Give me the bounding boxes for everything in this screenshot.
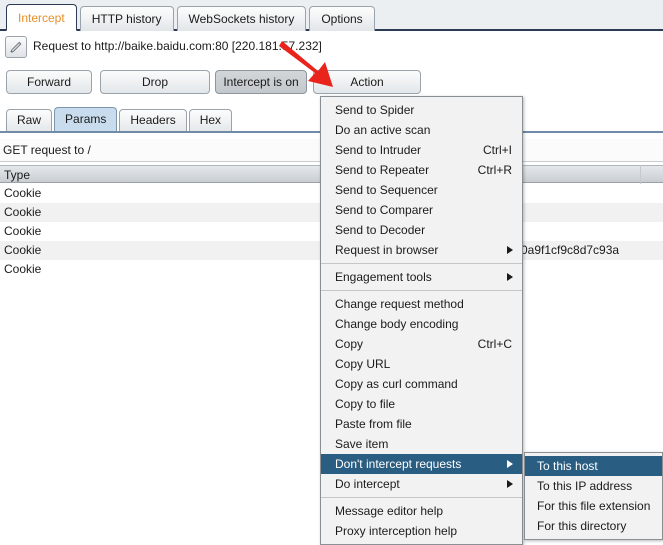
menu-item-send-to-decoder[interactable]: Send to Decoder	[321, 220, 522, 240]
cell-value-fragment: 0a9f1cf9c8d7c93a	[521, 243, 620, 257]
cell-type: Cookie	[4, 262, 42, 276]
chevron-right-icon	[507, 246, 513, 254]
menu-item-shortcut: Ctrl+I	[482, 143, 512, 157]
menu-separator	[321, 290, 522, 291]
cell-type: Cookie	[4, 186, 42, 200]
menu-separator	[321, 263, 522, 264]
menu-item-label: Request in browser	[335, 243, 439, 257]
request-target-label: Request to http://baike.baidu.com:80 [22…	[33, 39, 322, 53]
submenu-item-to-this-host[interactable]: To this host	[525, 456, 662, 476]
menu-item-shortcut: Ctrl+R	[477, 163, 512, 177]
tab-hex[interactable]: Hex	[188, 109, 233, 131]
chevron-right-icon	[507, 480, 513, 488]
menu-item-copy-to-file[interactable]: Copy to file	[321, 394, 522, 414]
chevron-right-icon	[507, 460, 513, 468]
submenu-item-label: For this directory	[537, 519, 627, 533]
menu-item-copy-as-curl-command[interactable]: Copy as curl command	[321, 374, 522, 394]
menu-item-proxy-interception-help[interactable]: Proxy interception help	[321, 521, 522, 541]
dont-intercept-requests-submenu: To this host To this IP address For this…	[524, 452, 663, 540]
submenu-item-label: To this host	[537, 459, 598, 473]
menu-item-label: Copy	[335, 337, 364, 351]
menu-item-label: Send to Sequencer	[335, 183, 438, 197]
menu-item-message-editor-help[interactable]: Message editor help	[321, 501, 522, 521]
context-menu: Send to Spider Do an active scan Send to…	[320, 96, 523, 545]
forward-button[interactable]: Forward	[6, 70, 92, 94]
tab-http-history[interactable]: HTTP history	[79, 6, 174, 31]
menu-item-dont-intercept-requests[interactable]: Don't intercept requests	[321, 454, 522, 474]
request-summary-label: GET request to /	[3, 143, 91, 157]
main-tab-strip: Intercept HTTP history WebSockets histor…	[0, 0, 663, 31]
menu-item-label: Send to Intruder	[335, 143, 422, 157]
menu-item-label: Copy as curl command	[335, 377, 458, 391]
menu-item-send-to-comparer[interactable]: Send to Comparer	[321, 200, 522, 220]
submenu-item-label: To this IP address	[537, 479, 633, 493]
drop-button[interactable]: Drop	[100, 70, 210, 94]
menu-item-label: Don't intercept requests	[335, 457, 462, 471]
tab-intercept[interactable]: Intercept	[6, 4, 77, 31]
menu-item-label: Do intercept	[335, 477, 400, 491]
cell-type: Cookie	[4, 243, 42, 257]
menu-item-label: Save item	[335, 437, 389, 451]
submenu-item-to-this-ip-address[interactable]: To this IP address	[525, 476, 662, 496]
menu-item-send-to-repeater[interactable]: Send to Repeater Ctrl+R	[321, 160, 522, 180]
menu-item-change-request-method[interactable]: Change request method	[321, 294, 522, 314]
menu-item-label: Message editor help	[335, 504, 444, 518]
menu-item-shortcut: Ctrl+C	[477, 337, 512, 351]
menu-item-change-body-encoding[interactable]: Change body encoding	[321, 314, 522, 334]
action-button[interactable]: Action	[313, 70, 421, 94]
menu-item-label: Change body encoding	[335, 317, 459, 331]
menu-separator	[321, 497, 522, 498]
tab-headers[interactable]: Headers	[119, 109, 187, 131]
intercept-button-row: Forward Drop Intercept is on Action	[0, 70, 663, 98]
submenu-item-label: For this file extension	[537, 499, 651, 513]
menu-item-paste-from-file[interactable]: Paste from file	[321, 414, 522, 434]
pencil-icon[interactable]	[5, 36, 27, 58]
tab-options[interactable]: Options	[309, 6, 375, 31]
menu-item-send-to-intruder[interactable]: Send to Intruder Ctrl+I	[321, 140, 522, 160]
submenu-item-for-this-file-extension[interactable]: For this file extension	[525, 496, 662, 516]
menu-item-label: Change request method	[335, 297, 464, 311]
menu-item-label: Send to Comparer	[335, 203, 434, 217]
cell-type: Cookie	[4, 224, 42, 238]
menu-item-label: Copy to file	[335, 397, 396, 411]
menu-item-request-in-browser[interactable]: Request in browser	[321, 240, 522, 260]
cell-type: Cookie	[4, 205, 42, 219]
request-header-bar: Request to http://baike.baidu.com:80 [22…	[0, 33, 663, 61]
menu-item-do-an-active-scan[interactable]: Do an active scan	[321, 120, 522, 140]
intercept-toggle-button[interactable]: Intercept is on	[215, 70, 307, 94]
menu-item-label: Copy URL	[335, 357, 391, 371]
menu-item-label: Send to Decoder	[335, 223, 426, 237]
tab-websockets-history[interactable]: WebSockets history	[176, 6, 307, 31]
menu-item-label: Send to Repeater	[335, 163, 430, 177]
menu-item-save-item[interactable]: Save item	[321, 434, 522, 454]
menu-item-label: Do an active scan	[335, 123, 431, 137]
tab-params[interactable]: Params	[54, 107, 118, 131]
main-tabs: Intercept HTTP history WebSockets histor…	[6, 4, 378, 31]
tab-raw[interactable]: Raw	[6, 109, 53, 131]
submenu-item-for-this-directory[interactable]: For this directory	[525, 516, 662, 536]
menu-item-label: Send to Spider	[335, 103, 415, 117]
menu-item-send-to-spider[interactable]: Send to Spider	[321, 100, 522, 120]
message-view-tabs: Raw Params Headers Hex	[6, 107, 234, 131]
menu-item-send-to-sequencer[interactable]: Send to Sequencer	[321, 180, 522, 200]
menu-item-label: Paste from file	[335, 417, 412, 431]
menu-item-copy-url[interactable]: Copy URL	[321, 354, 522, 374]
menu-item-label: Proxy interception help	[335, 524, 458, 538]
menu-item-engagement-tools[interactable]: Engagement tools	[321, 267, 522, 287]
chevron-right-icon	[507, 273, 513, 281]
menu-item-copy[interactable]: Copy Ctrl+C	[321, 334, 522, 354]
menu-item-label: Engagement tools	[335, 270, 432, 284]
column-header-type[interactable]: Type	[4, 168, 30, 182]
menu-item-do-intercept[interactable]: Do intercept	[321, 474, 522, 494]
